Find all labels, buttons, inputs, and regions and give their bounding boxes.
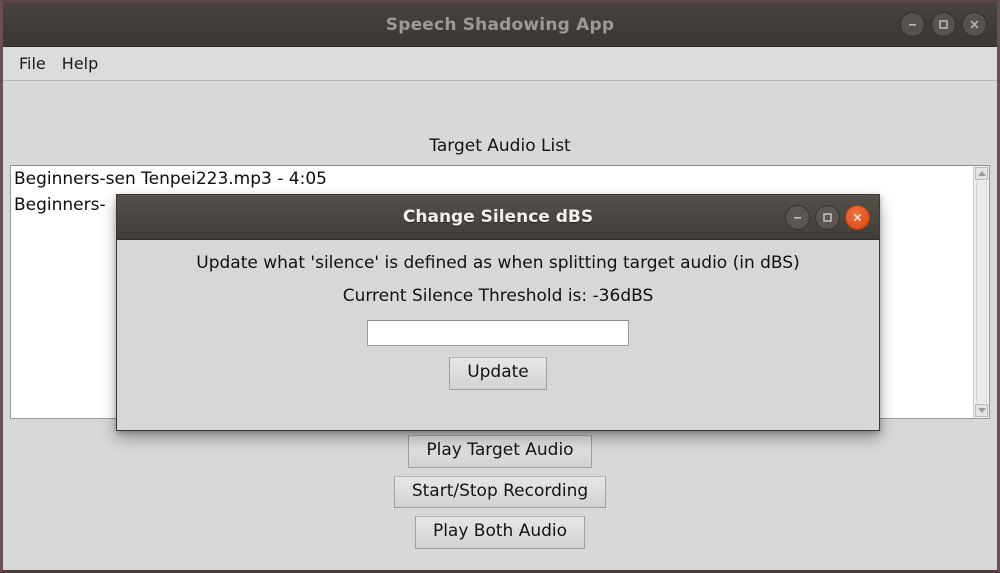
scrollbar-track[interactable] <box>976 181 987 403</box>
minimize-button[interactable] <box>900 12 925 37</box>
menubar: File Help <box>3 47 997 81</box>
dialog-close-button[interactable] <box>845 204 870 230</box>
close-icon <box>970 20 979 29</box>
dialog-body: Update what 'silence' is defined as when… <box>117 240 879 430</box>
play-both-audio-button[interactable]: Play Both Audio <box>414 516 586 549</box>
scroll-down-arrow-icon[interactable] <box>975 404 988 417</box>
list-scrollbar[interactable] <box>973 166 989 418</box>
list-item[interactable]: Beginners-sen Tenpei223.mp3 - 4:05 <box>11 166 973 192</box>
application-window: Speech Shadowing App File Help Target Au… <box>0 0 1000 573</box>
close-icon <box>853 213 862 221</box>
scroll-up-arrow-icon[interactable] <box>975 167 988 180</box>
dialog-maximize-button[interactable] <box>815 204 840 230</box>
silence-threshold-input[interactable] <box>367 320 629 346</box>
window-controls <box>900 3 987 46</box>
maximize-button[interactable] <box>931 12 956 37</box>
start-stop-recording-button[interactable]: Start/Stop Recording <box>393 475 607 509</box>
window-title: Speech Shadowing App <box>385 14 615 35</box>
dialog-window-controls <box>785 195 870 239</box>
current-threshold-text: Current Silence Threshold is: -36dBS <box>342 286 654 306</box>
maximize-icon <box>939 20 948 29</box>
update-button[interactable]: Update <box>449 357 547 390</box>
menu-item-help[interactable]: Help <box>56 51 104 76</box>
action-buttons: Play Target Audio Start/Stop Recording P… <box>393 435 607 549</box>
maximize-icon <box>823 212 832 222</box>
minimize-icon <box>909 24 916 26</box>
play-target-audio-button[interactable]: Play Target Audio <box>408 435 592 468</box>
target-audio-list-label: Target Audio List <box>429 136 571 156</box>
window-titlebar[interactable]: Speech Shadowing App <box>3 3 997 47</box>
close-button[interactable] <box>962 12 987 37</box>
minimize-icon <box>794 216 801 219</box>
dialog-titlebar[interactable]: Change Silence dBS <box>117 195 879 240</box>
change-silence-dbs-dialog: Change Silence dBS Update what 'silence'… <box>116 194 880 431</box>
dialog-minimize-button[interactable] <box>785 204 810 230</box>
dialog-description: Update what 'silence' is defined as when… <box>196 253 800 273</box>
menu-item-file[interactable]: File <box>13 51 52 76</box>
dialog-title: Change Silence dBS <box>402 207 594 227</box>
